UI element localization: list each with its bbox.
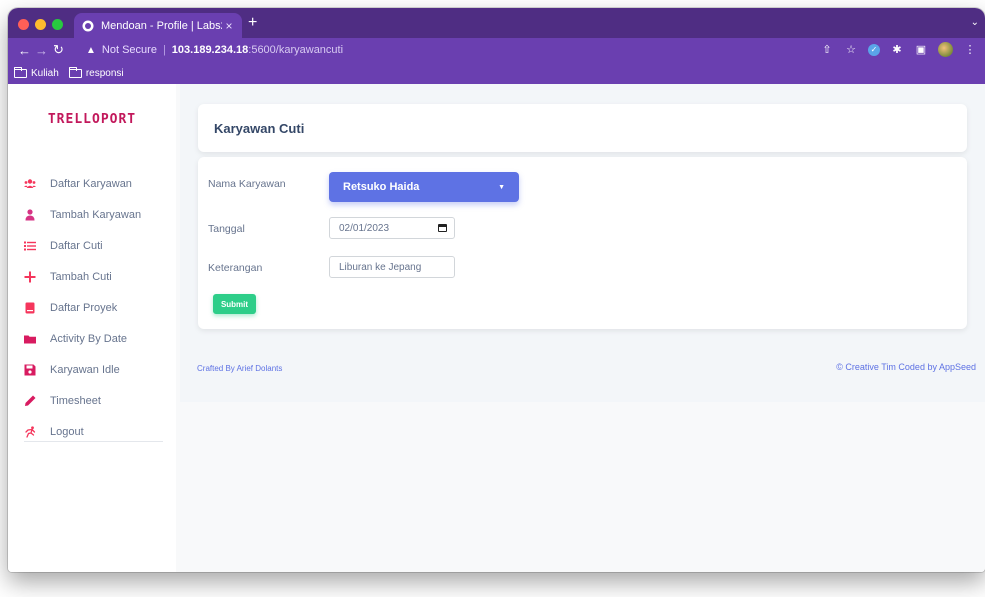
browser-tab[interactable]: Mendoan - Profile | Labs247 ×: [74, 13, 242, 38]
sidebar-item-label: Logout: [50, 425, 84, 438]
sidebar-item-label: Activity By Date: [50, 332, 128, 345]
footer-credit: Crafted By Arief Dolants: [197, 364, 283, 373]
running-icon: [25, 425, 36, 438]
bookmark-kuliah[interactable]: Kuliah: [14, 66, 59, 79]
keterangan-label: Keterangan: [208, 262, 263, 274]
bookmark-label: responsi: [85, 67, 124, 79]
url-path: :5600/karyawancuti: [248, 44, 344, 56]
folder-icon: [14, 66, 27, 78]
sidebar-item-label: Tambah Cuti: [50, 270, 112, 283]
sidebar-item-daftar-karyawan[interactable]: Daftar Karyawan: [24, 168, 174, 199]
folder-icon: [68, 66, 82, 78]
sidebar-item-label: Daftar Proyek: [50, 301, 118, 314]
nama-karyawan-select[interactable]: Retsuko Haida ▼: [329, 172, 519, 202]
caret-down-icon: ▼: [498, 183, 505, 191]
sidebar-item-logout[interactable]: Logout: [24, 416, 174, 447]
favicon-icon: [82, 20, 94, 31]
sidebar-nav: Daftar Karyawan Tambah Karyawan Daftar C…: [24, 168, 174, 447]
sidebar-item-daftar-cuti[interactable]: Daftar Cuti: [24, 230, 174, 261]
star-icon[interactable]: ☆: [844, 43, 858, 57]
share-icon[interactable]: ⇧: [820, 43, 834, 57]
bookmark-responsi[interactable]: responsi: [68, 66, 124, 79]
page-title: Karyawan Cuti: [214, 120, 305, 136]
sidebar-item-karyawan-idle[interactable]: Karyawan Idle: [24, 354, 174, 385]
more-icon[interactable]: ⋮: [963, 43, 977, 57]
tab-close-icon[interactable]: ×: [222, 19, 236, 33]
sidebar-divider: [24, 441, 163, 442]
keterangan-value: Liburan ke Jepang: [339, 261, 422, 273]
reload-icon[interactable]: ↻: [50, 42, 67, 58]
puzzle-icon[interactable]: ✱: [890, 43, 904, 57]
pen-icon: [25, 395, 36, 406]
sidebar-item-timesheet[interactable]: Timesheet: [24, 385, 174, 416]
bookmarks-bar: Kuliah responsi: [8, 62, 985, 84]
tanggal-date-input[interactable]: 02/01/2023: [329, 217, 455, 239]
minimize-window-button[interactable]: [35, 19, 46, 30]
tab-search-chevron-icon[interactable]: ⌄: [971, 17, 979, 28]
sidebar-item-label: Karyawan Idle: [50, 363, 120, 376]
calendar-icon[interactable]: [438, 224, 447, 232]
close-window-button[interactable]: [18, 19, 29, 30]
form-card: Nama Karyawan Retsuko Haida ▼ Tanggal 02…: [198, 157, 967, 329]
main-content: Karyawan Cuti Nama Karyawan Retsuko Haid…: [180, 84, 985, 572]
toolbar-icons: ⇧ ☆ ✓ ✱ ▣ ⋮: [820, 42, 977, 57]
selected-karyawan: Retsuko Haida: [343, 181, 420, 193]
sidebar-item-daftar-proyek[interactable]: Daftar Proyek: [24, 292, 174, 323]
brand-logo[interactable]: TRELLOPORT: [8, 112, 176, 127]
card-header: Karyawan Cuti: [198, 104, 967, 152]
keterangan-input[interactable]: Liburan ke Jepang: [329, 256, 455, 278]
sidebar-item-label: Tambah Karyawan: [50, 208, 142, 221]
user-icon: [25, 208, 35, 220]
back-arrow-icon[interactable]: ←: [16, 43, 33, 58]
extension-check-icon[interactable]: ✓: [868, 43, 880, 56]
sidebar-item-label: Daftar Cuti: [50, 239, 103, 252]
bookmark-label: Kuliah: [31, 67, 59, 79]
warning-icon: ▲: [86, 44, 96, 56]
page: TRELLOPORT Daftar Karyawan Tambah Karyaw…: [8, 84, 985, 572]
sidebar-item-label: Daftar Karyawan: [50, 177, 132, 190]
not-secure-label: Not Secure: [101, 44, 157, 56]
tanggal-label: Tanggal: [208, 223, 245, 235]
tanggal-value: 02/01/2023: [339, 222, 390, 234]
sidebar-item-label: Timesheet: [50, 394, 101, 407]
folder-icon: [24, 335, 36, 343]
sidebar: TRELLOPORT Daftar Karyawan Tambah Karyaw…: [8, 84, 176, 572]
sidebar-item-activity-by-date[interactable]: Activity By Date: [24, 323, 174, 354]
browser-toolbar: ← → ↻ ▲ Not Secure | 103.189.234.18 :560…: [8, 38, 985, 62]
nama-karyawan-label: Nama Karyawan: [208, 178, 286, 190]
profile-avatar[interactable]: [938, 42, 953, 57]
sidebar-item-tambah-cuti[interactable]: Tambah Cuti: [24, 261, 174, 292]
plus-icon: [24, 271, 36, 282]
list-icon: [24, 241, 36, 250]
sidepanel-icon[interactable]: ▣: [914, 43, 928, 57]
submit-button[interactable]: Submit: [213, 294, 256, 314]
browser-window: Mendoan - Profile | Labs247 × + ⌄ ← → ↻ …: [8, 8, 985, 572]
tab-title: Mendoan - Profile | Labs247: [101, 19, 222, 32]
footer-link[interactable]: © Creative Tim Coded by AppSeed: [836, 362, 976, 372]
forward-arrow-icon[interactable]: →: [33, 43, 50, 58]
book-icon: [25, 302, 35, 313]
users-icon: [24, 178, 36, 188]
tab-strip: Mendoan - Profile | Labs247 × + ⌄: [8, 8, 985, 38]
address-separator: |: [162, 44, 166, 56]
new-tab-button[interactable]: +: [248, 14, 257, 32]
maximize-window-button[interactable]: [52, 19, 63, 30]
sidebar-item-tambah-karyawan[interactable]: Tambah Karyawan: [24, 199, 174, 230]
url-host: 103.189.234.18: [171, 44, 249, 56]
save-icon: [24, 364, 36, 375]
